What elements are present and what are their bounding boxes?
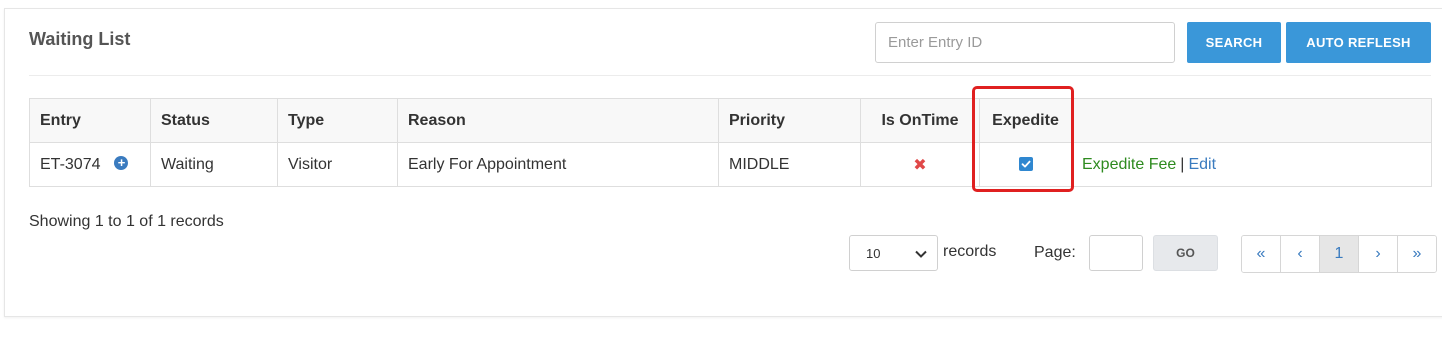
waiting-list-table: Entry Status Type Reason Priority Is OnT… (29, 98, 1432, 187)
search-button[interactable]: SEARCH (1187, 22, 1281, 63)
page-label: Page: (1034, 244, 1076, 261)
cell-priority: MIDDLE (718, 142, 861, 187)
entry-id-search-input[interactable] (875, 22, 1175, 63)
page-title: Waiting List (29, 29, 131, 49)
auto-refresh-button[interactable]: AUTO REFLESH (1286, 22, 1431, 63)
next-page-button[interactable]: › (1359, 236, 1398, 272)
go-button[interactable]: GO (1153, 235, 1218, 271)
column-header-priority[interactable]: Priority (718, 98, 861, 143)
column-header-actions (1071, 98, 1432, 143)
table-row: ET-3074 + Waiting Visitor Early For Appoi… (29, 142, 1432, 187)
cell-entry: ET-3074 + (29, 142, 151, 187)
header-divider (29, 75, 1431, 76)
edit-link[interactable]: Edit (1188, 156, 1216, 173)
column-header-is-ontime[interactable]: Is OnTime (860, 98, 980, 143)
chevron-down-icon (915, 250, 927, 258)
page-number-input[interactable] (1089, 235, 1143, 271)
records-label: records (943, 243, 997, 260)
cell-is-ontime: ✖ (860, 142, 980, 187)
entry-id: ET-3074 (40, 155, 101, 173)
records-summary: Showing 1 to 1 of 1 records (29, 213, 224, 230)
cell-expedite (979, 142, 1072, 187)
expedite-checkbox-checked-icon[interactable] (1018, 157, 1033, 172)
cell-reason: Early For Appointment (397, 142, 719, 187)
column-header-status[interactable]: Status (150, 98, 278, 143)
cell-actions: Expedite Fee | Edit (1071, 142, 1432, 187)
expand-plus-icon[interactable]: + (114, 155, 129, 170)
page-1-button[interactable]: 1 (1320, 236, 1359, 272)
first-page-button[interactable]: « (1242, 236, 1281, 272)
action-separator: | (1180, 155, 1185, 173)
column-header-reason[interactable]: Reason (397, 98, 719, 143)
last-page-button[interactable]: » (1398, 236, 1436, 272)
page-size-select[interactable]: 10 (849, 235, 938, 271)
column-header-expedite[interactable]: Expedite (979, 98, 1072, 143)
page-size-value: 10 (866, 245, 881, 261)
x-icon: ✖ (913, 156, 927, 174)
cell-type: Visitor (277, 142, 398, 187)
column-header-type[interactable]: Type (277, 98, 398, 143)
prev-page-button[interactable]: ‹ (1281, 236, 1320, 272)
pagination: « ‹ 1 › » (1241, 235, 1437, 273)
column-header-entry[interactable]: Entry (29, 98, 151, 143)
table-header-row: Entry Status Type Reason Priority Is OnT… (29, 98, 1432, 143)
cell-status: Waiting (150, 142, 278, 187)
expedite-fee-link[interactable]: Expedite Fee (1082, 156, 1176, 173)
